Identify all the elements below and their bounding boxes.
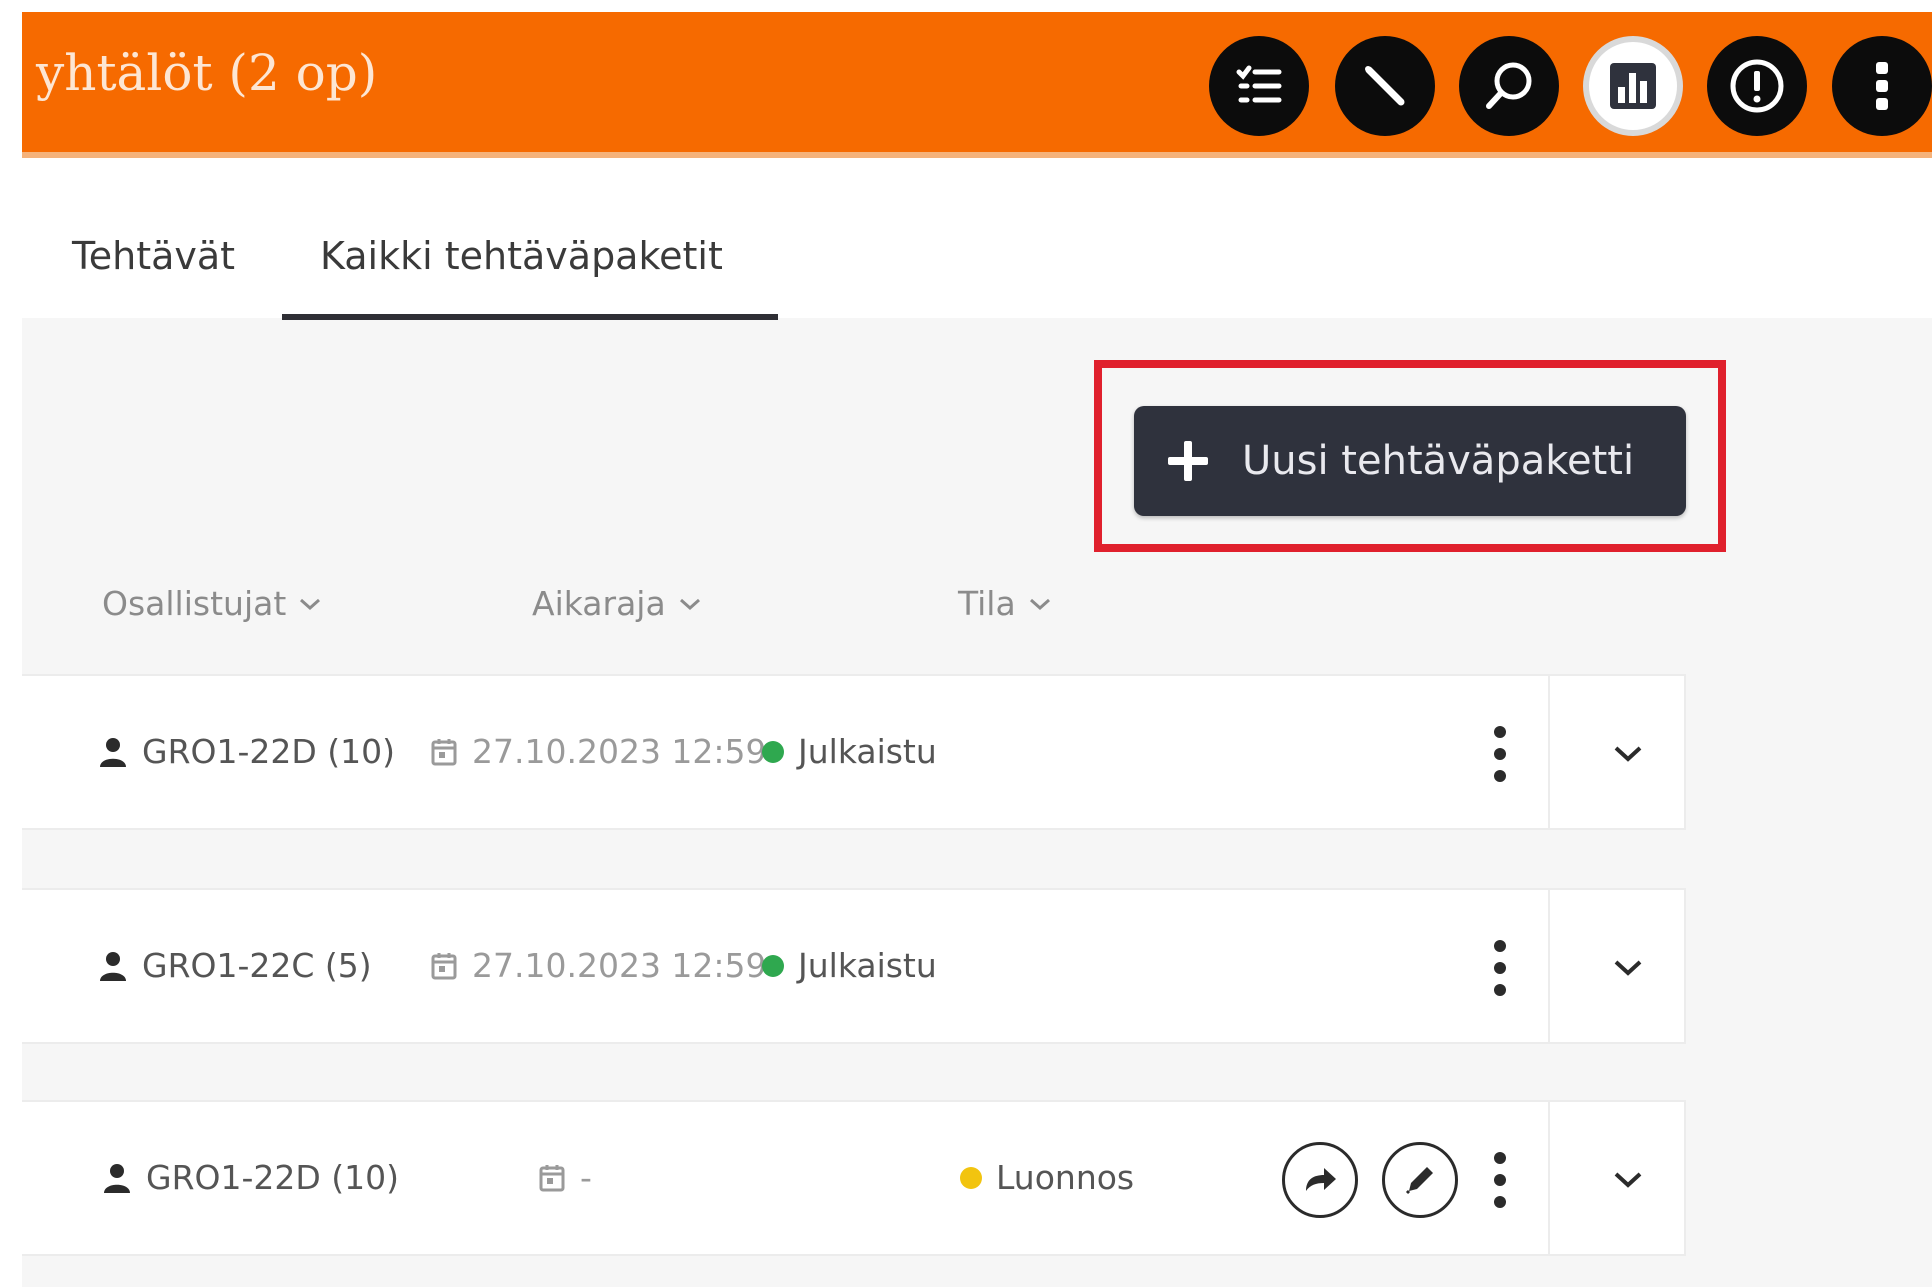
status-cell: Julkaistu: [762, 732, 937, 771]
search-button[interactable]: [1459, 36, 1559, 136]
status-cell: Luonnos: [960, 1158, 1134, 1197]
row-divider: [1548, 890, 1550, 1042]
share-arrow-icon: [1306, 1168, 1336, 1191]
column-header-deadline: Aikaraja: [532, 584, 666, 623]
user-icon: [104, 1163, 130, 1193]
status-cell: Julkaistu: [762, 946, 937, 985]
sort-participants[interactable]: Osallistujat: [102, 584, 322, 623]
row-menu-button[interactable]: [1488, 1152, 1512, 1208]
calendar-icon: [431, 952, 457, 979]
user-icon: [100, 951, 126, 981]
share-button[interactable]: [1282, 1142, 1358, 1218]
user-icon: [100, 737, 126, 767]
column-header-status: Tila: [958, 584, 1016, 623]
pen-button[interactable]: [1335, 36, 1435, 136]
deadline-cell: -: [538, 1158, 592, 1197]
chevron-down-icon: [1614, 960, 1642, 976]
more-menu-button[interactable]: [1832, 36, 1932, 136]
deadline-cell: 27.10.2023 12:59: [430, 732, 767, 771]
course-title: yhtälöt (2 op): [36, 44, 378, 102]
expand-row-button[interactable]: [1596, 722, 1660, 786]
chevron-down-icon: [1029, 598, 1050, 610]
new-task-package-button[interactable]: Uusi tehtäväpaketti: [1134, 406, 1686, 516]
participants-value: GRO1-22D (10): [146, 1158, 400, 1197]
tab-bar: Tehtävät Kaikki tehtäväpaketit: [22, 158, 1932, 320]
participants-cell: GRO1-22D (10): [102, 1158, 399, 1197]
plus-icon: [1168, 441, 1208, 481]
status-dot: [762, 954, 784, 977]
more-vertical-icon: [1876, 62, 1888, 110]
pen-icon: [1365, 66, 1405, 106]
row-divider: [1548, 1102, 1550, 1254]
course-header: yhtälöt (2 op): [22, 12, 1932, 158]
participants-value: GRO1-22D (10): [142, 732, 396, 771]
checklist-icon: [1236, 65, 1282, 103]
expand-row-button[interactable]: [1596, 936, 1660, 1000]
pencil-icon: [1405, 1167, 1433, 1195]
chevron-down-icon: [679, 598, 700, 610]
sort-status[interactable]: Tila: [958, 584, 1052, 623]
column-header-participants: Osallistujat: [102, 584, 287, 623]
status-value: Luonnos: [996, 1158, 1135, 1197]
table-row: GRO1-22D (10) - Luonnos: [22, 1100, 1686, 1256]
chevron-down-icon: [1614, 746, 1642, 762]
calendar-icon: [539, 1164, 565, 1191]
alert-icon: [1730, 59, 1784, 113]
info-button[interactable]: [1707, 36, 1807, 136]
status-dot: [960, 1166, 982, 1189]
calendar-icon: [431, 738, 457, 765]
deadline-cell: 27.10.2023 12:59: [430, 946, 767, 985]
search-icon: [1486, 62, 1532, 109]
tab-tasks[interactable]: Tehtävät: [72, 234, 235, 278]
row-divider: [1548, 676, 1550, 828]
tab-all-task-packages[interactable]: Kaikki tehtäväpaketit: [320, 234, 723, 278]
table-row: GRO1-22C (5) 27.10.2023 12:59 Julkaistu: [22, 888, 1686, 1044]
app-frame: yhtälöt (2 op) Tehtävät Kaikki tehtäväpa…: [22, 12, 1932, 1287]
deadline-value: 27.10.2023 12:59: [472, 732, 767, 771]
chart-icon: [1610, 63, 1656, 109]
deadline-value: 27.10.2023 12:59: [472, 946, 767, 985]
edit-button[interactable]: [1382, 1142, 1458, 1218]
status-dot: [762, 740, 784, 763]
checklist-button[interactable]: [1209, 36, 1309, 136]
expand-row-button[interactable]: [1596, 1148, 1660, 1212]
status-value: Julkaistu: [798, 946, 937, 985]
chevron-down-icon: [1614, 1172, 1642, 1188]
status-value: Julkaistu: [798, 732, 937, 771]
row-menu-button[interactable]: [1488, 940, 1512, 996]
participants-cell: GRO1-22D (10): [98, 732, 395, 771]
sort-deadline[interactable]: Aikaraja: [532, 584, 702, 623]
statistics-button[interactable]: [1583, 36, 1683, 136]
active-tab-indicator: [282, 314, 778, 320]
chevron-down-icon: [300, 598, 321, 610]
deadline-value: -: [580, 1158, 592, 1197]
row-menu-button[interactable]: [1488, 726, 1512, 782]
participants-value: GRO1-22C (5): [142, 946, 372, 985]
table-row: GRO1-22D (10) 27.10.2023 12:59 Julkaistu: [22, 674, 1686, 830]
participants-cell: GRO1-22C (5): [98, 946, 372, 985]
new-task-package-label: Uusi tehtäväpaketti: [1242, 438, 1635, 484]
